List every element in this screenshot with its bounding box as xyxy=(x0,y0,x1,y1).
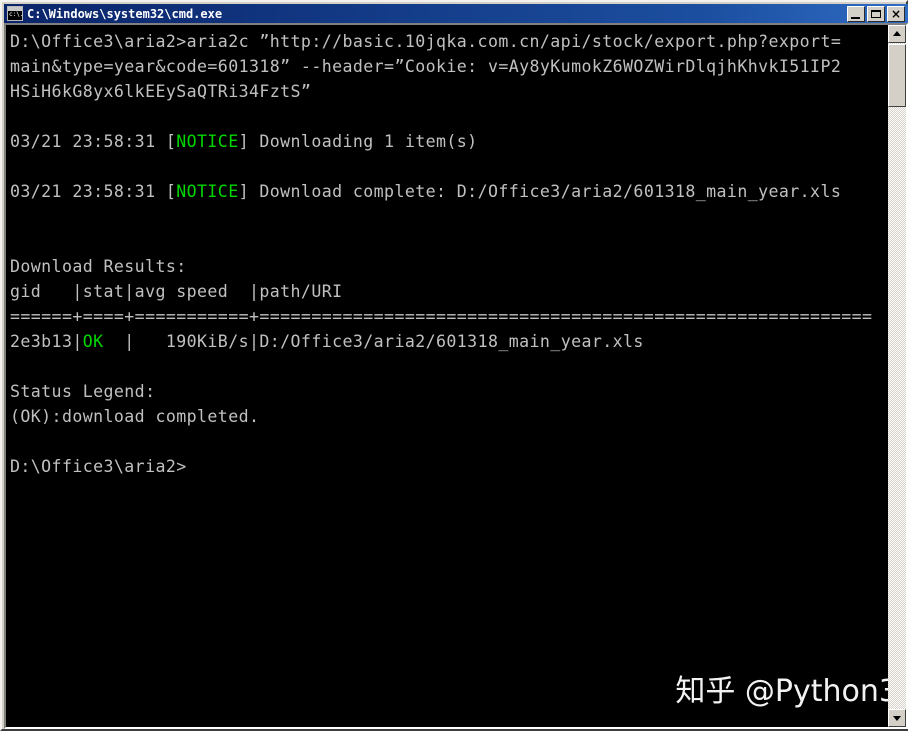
console-line: HSiH6kG8yx6lkEEySaQTRi34FztS” xyxy=(10,82,312,101)
window-controls: × xyxy=(847,5,905,22)
console-line-suffix: ] Download complete: D:/Office3/aria2/60… xyxy=(238,182,842,201)
scroll-up-arrow-icon xyxy=(893,31,901,36)
cmd-console-icon xyxy=(7,6,23,21)
scroll-thumb[interactable] xyxy=(888,44,906,107)
watermark: 知乎 @Python3 xyxy=(675,674,898,709)
vertical-scrollbar[interactable] xyxy=(888,25,906,727)
console-line: Status Legend: xyxy=(10,382,156,401)
console-line: D:\Office3\aria2>aria2c ”http://basic.10… xyxy=(10,32,842,51)
console-line: Download Results: xyxy=(10,257,187,276)
status-ok-badge: OK xyxy=(82,332,104,351)
console-line-prefix: 03/21 23:58:31 [ xyxy=(10,182,177,201)
notice-badge: NOTICE xyxy=(176,132,239,151)
console-line: 03/21 23:58:31 [NOTICE] Downloading 1 it… xyxy=(10,129,888,154)
cmd-window: C:\Windows\system32\cmd.exe × D:\Office3… xyxy=(0,0,908,731)
notice-badge: NOTICE xyxy=(176,182,239,201)
maximize-icon xyxy=(871,9,881,18)
console-line: 03/21 23:58:31 [NOTICE] Download complet… xyxy=(10,179,888,204)
console-line-prefix: 2e3b13| xyxy=(10,332,83,351)
window-title: C:\Windows\system32\cmd.exe xyxy=(27,6,223,21)
console-line: 2e3b13|OK | 190KiB/s|D:/Office3/aria2/60… xyxy=(10,329,888,354)
maximize-button[interactable] xyxy=(867,5,885,22)
title-bar[interactable]: C:\Windows\system32\cmd.exe × xyxy=(4,4,908,23)
console-client-area: D:\Office3\aria2>aria2c ”http://basic.10… xyxy=(4,23,908,729)
console-line: gid |stat|avg speed |path/URI xyxy=(10,282,343,301)
close-icon: × xyxy=(890,6,902,21)
console-line: (OK):download completed. xyxy=(10,407,260,426)
scroll-down-arrow-button[interactable] xyxy=(888,709,906,727)
console-line: main&type=year&code=601318” --header=”Co… xyxy=(10,57,842,76)
console-line-suffix: | 190KiB/s|D:/Office3/aria2/601318_main_… xyxy=(103,332,644,351)
minimize-button[interactable] xyxy=(847,5,865,22)
scroll-down-arrow-icon xyxy=(893,716,901,721)
scroll-up-arrow-button[interactable] xyxy=(888,25,906,43)
close-button[interactable]: × xyxy=(887,5,905,22)
console-line-prefix: 03/21 23:58:31 [ xyxy=(10,132,177,151)
minimize-icon xyxy=(851,16,860,19)
console-line: ======+====+===========+================… xyxy=(10,307,873,326)
console-output[interactable]: D:\Office3\aria2>aria2c ”http://basic.10… xyxy=(6,25,888,727)
console-line-suffix: ] Downloading 1 item(s) xyxy=(238,132,478,151)
console-line: D:\Office3\aria2> xyxy=(10,457,187,476)
